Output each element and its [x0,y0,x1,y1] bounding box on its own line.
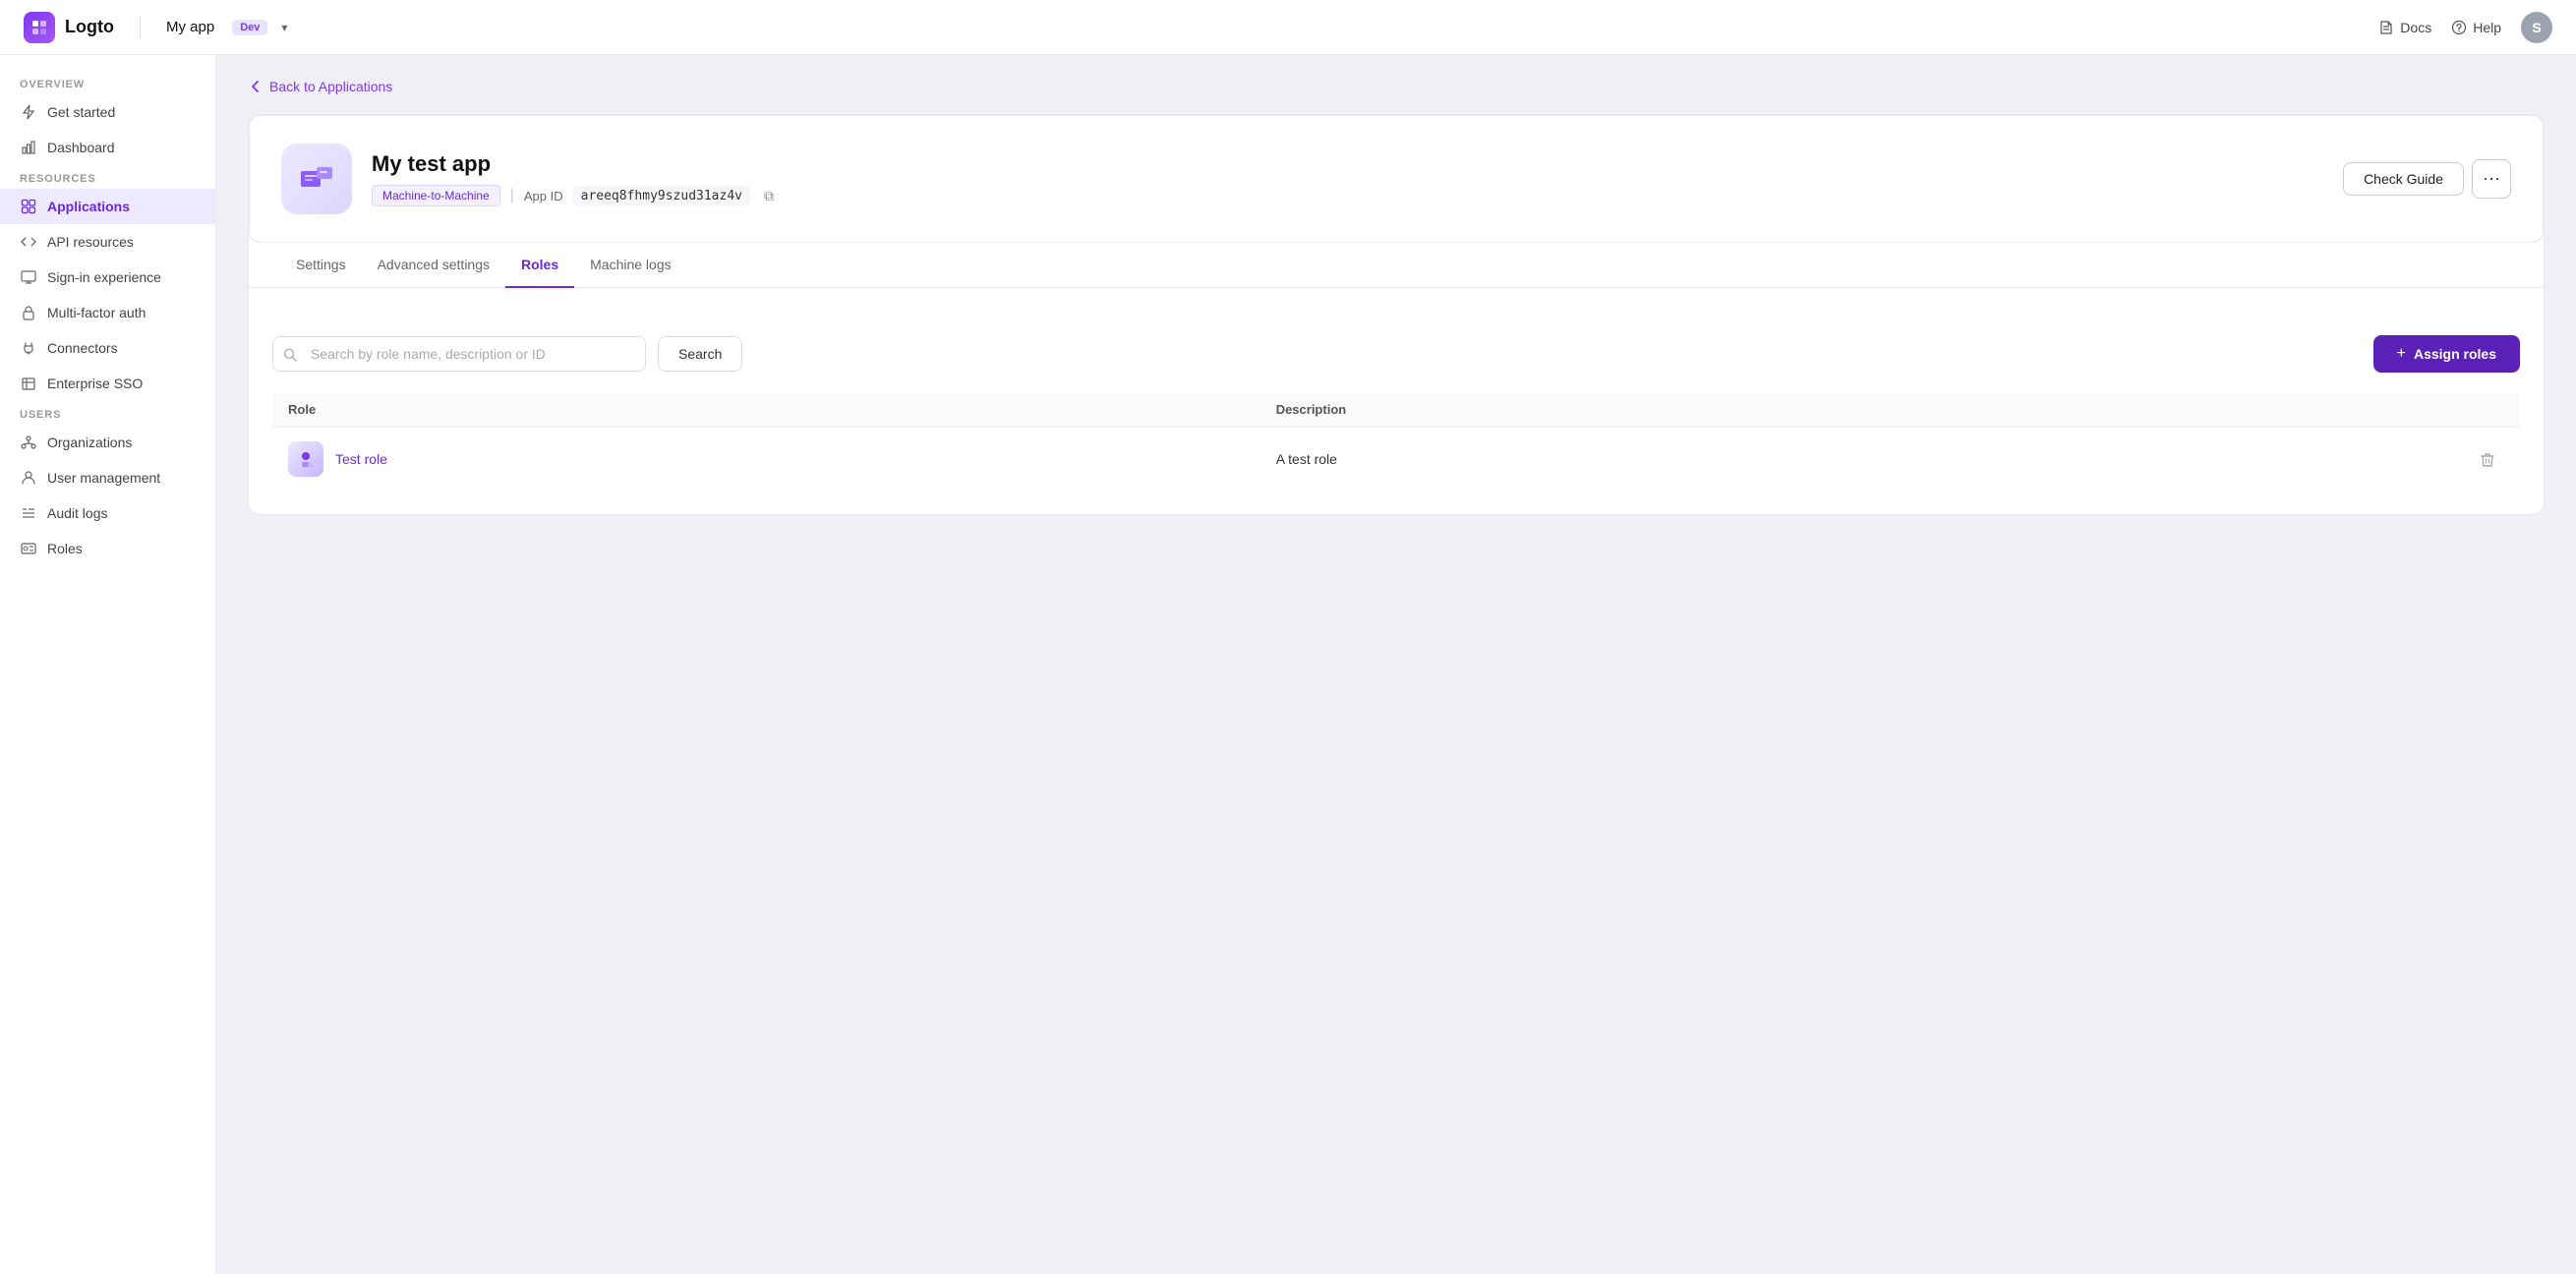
building-icon [20,375,37,392]
app-header-card: My test app Machine-to-Machine | App ID … [249,115,2544,243]
sidebar-item-enterprise-sso[interactable]: Enterprise SSO [0,366,215,401]
back-to-applications-link[interactable]: Back to Applications [248,79,2545,94]
topbar-right: Docs Help S [2378,12,2552,43]
resources-section-label: RESOURCES [0,165,215,189]
role-description: A test role [1260,428,2029,492]
tab-roles[interactable]: Roles [505,243,574,288]
assign-roles-button[interactable]: + Assign roles [2373,335,2520,373]
col-role-header: Role [272,392,1260,428]
help-button[interactable]: Help [2451,20,2501,35]
more-options-button[interactable]: ⋯ [2472,159,2511,199]
monitor-icon [20,268,37,286]
person-card-icon [20,540,37,557]
dev-badge: Dev [232,20,267,35]
users-section-label: USERS [0,401,215,425]
col-description-header: Description [1260,392,2029,428]
search-row: Search + Assign roles [272,335,2520,373]
check-guide-button[interactable]: Check Guide [2343,162,2464,196]
logo-area: Logto My app Dev ▾ [24,12,287,43]
role-actions [2029,428,2520,492]
sidebar-item-user-management[interactable]: User management [0,460,215,495]
col-actions-header [2029,392,2520,428]
app-dropdown-chevron[interactable]: ▾ [281,21,287,34]
search-input-wrap [272,336,646,372]
tab-content: Search + Assign roles Role Description [249,312,2544,514]
search-input[interactable] [272,336,646,372]
copy-app-id-icon[interactable]: ⧉ [764,188,774,204]
machine-to-machine-badge: Machine-to-Machine [372,185,500,206]
app-icon-svg [295,157,338,201]
logo-text: Logto [65,17,114,37]
search-button[interactable]: Search [658,336,742,372]
tab-advanced-settings[interactable]: Advanced settings [362,243,505,288]
sidebar-item-applications[interactable]: Applications [0,189,215,224]
roles-table: Role Description Test role [272,392,2520,491]
chart-icon [20,139,37,156]
docs-icon [2378,20,2394,35]
app-info: My test app Machine-to-Machine | App ID … [372,151,2323,206]
sidebar-item-get-started[interactable]: Get started [0,94,215,130]
back-chevron-icon [248,79,263,94]
trash-icon [2479,451,2496,469]
sidebar-item-organizations[interactable]: Organizations [0,425,215,460]
topbar-divider [140,16,141,39]
overview-section-label: OVERVIEW [0,71,215,94]
sidebar-item-connectors[interactable]: Connectors [0,330,215,366]
meta-divider: | [510,187,514,204]
assign-roles-label: Assign roles [2414,346,2496,362]
content-area: Back to Applications My test app [216,55,2576,1274]
main-layout: OVERVIEW Get started Dashboard RESOURCES… [0,55,2576,1274]
app-id-value: areeq8fhmy9szud31az4v [573,186,750,206]
logto-logo-icon [24,12,55,43]
app-panel: My test app Machine-to-Machine | App ID … [248,114,2545,515]
role-name-cell: Test role [272,428,1260,492]
sidebar-item-roles[interactable]: Roles [0,531,215,566]
topbar: Logto My app Dev ▾ Docs Help S [0,0,2576,55]
tabs-bar: Settings Advanced settings Roles Machine… [249,243,2544,288]
lock-icon [20,304,37,321]
app-name-label: My app [166,19,214,35]
sidebar-item-dashboard[interactable]: Dashboard [0,130,215,165]
avatar[interactable]: S [2521,12,2552,43]
search-inside-icon [283,346,297,362]
role-name-link[interactable]: Test role [335,451,387,467]
tab-machine-logs[interactable]: Machine logs [574,243,687,288]
app-title: My test app [372,151,2323,177]
code-icon [20,233,37,251]
role-icon [288,441,323,477]
flash-icon [20,103,37,121]
table-row: Test role A test role [272,428,2520,492]
app-id-label: App ID [524,189,563,203]
user-icon [20,469,37,487]
plug-icon [20,339,37,357]
docs-button[interactable]: Docs [2378,20,2431,35]
tab-settings[interactable]: Settings [280,243,362,288]
list-icon [20,504,37,522]
plus-icon: + [2397,345,2406,363]
role-avatar-icon [295,448,317,470]
apps-icon [20,198,37,215]
delete-role-button[interactable] [2471,445,2504,474]
sidebar: OVERVIEW Get started Dashboard RESOURCES… [0,55,216,1274]
more-icon: ⋯ [2483,169,2500,190]
sidebar-item-multi-factor-auth[interactable]: Multi-factor auth [0,295,215,330]
app-actions: Check Guide ⋯ [2343,159,2511,199]
sidebar-item-audit-logs[interactable]: Audit logs [0,495,215,531]
sidebar-item-sign-in-experience[interactable]: Sign-in experience [0,260,215,295]
sidebar-item-api-resources[interactable]: API resources [0,224,215,260]
help-icon [2451,20,2467,35]
app-icon [281,144,352,214]
org-icon [20,434,37,451]
app-meta: Machine-to-Machine | App ID areeq8fhmy9s… [372,185,2323,206]
